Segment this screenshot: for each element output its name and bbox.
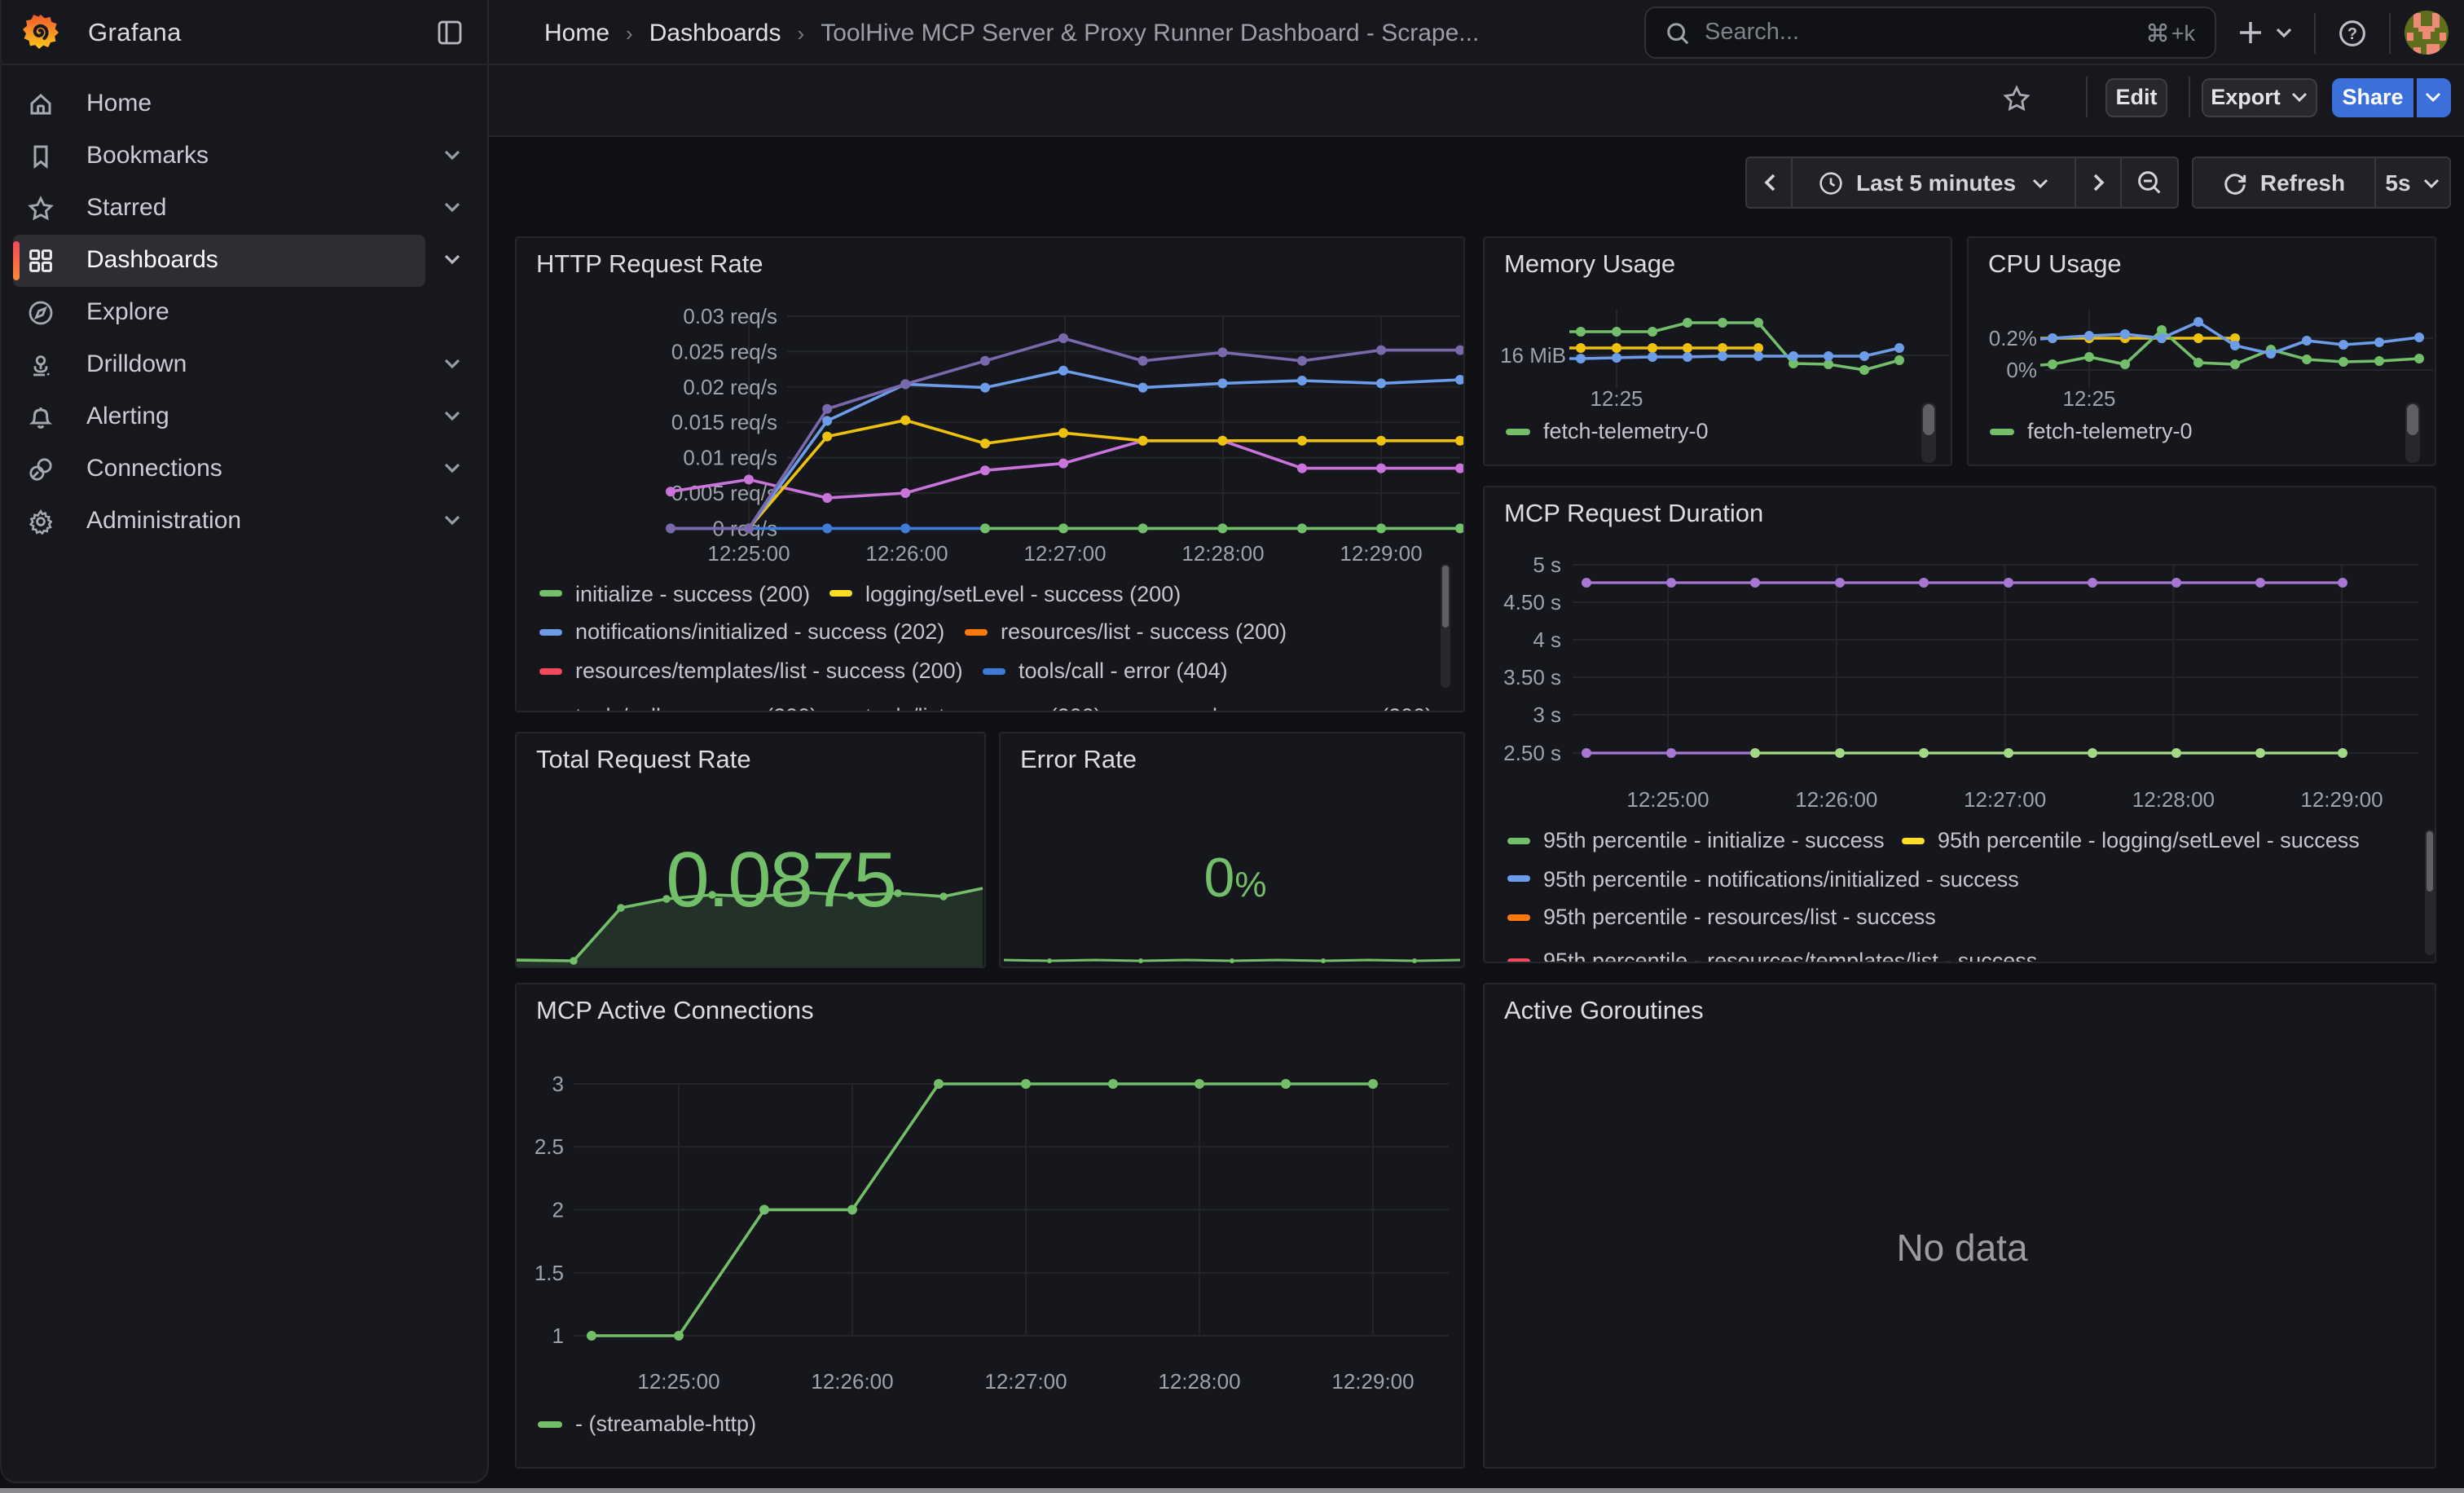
- svg-text:0.01 req/s: 0.01 req/s: [683, 446, 777, 470]
- svg-text:4 s: 4 s: [1533, 628, 1561, 652]
- svg-text:12:29:00: 12:29:00: [1331, 1369, 1414, 1394]
- svg-text:2.5: 2.5: [535, 1134, 564, 1159]
- svg-text:0.03 req/s: 0.03 req/s: [683, 304, 777, 328]
- svg-text:0%: 0%: [2006, 358, 2037, 382]
- svg-text:12:26:00: 12:26:00: [1795, 787, 1877, 812]
- svg-text:2.50 s: 2.50 s: [1503, 741, 1561, 765]
- svg-text:12:28:00: 12:28:00: [2132, 787, 2215, 812]
- svg-text:3: 3: [552, 1072, 564, 1096]
- svg-text:12:26:00: 12:26:00: [811, 1369, 893, 1394]
- svg-text:12:29:00: 12:29:00: [2300, 787, 2383, 812]
- svg-text:5 s: 5 s: [1533, 553, 1561, 577]
- svg-text:0.2%: 0.2%: [1989, 326, 2037, 350]
- svg-text:12:28:00: 12:28:00: [1181, 541, 1264, 566]
- svg-text:12:27:00: 12:27:00: [984, 1369, 1067, 1394]
- svg-text:0.02 req/s: 0.02 req/s: [683, 375, 777, 399]
- svg-text:3 s: 3 s: [1533, 702, 1561, 727]
- svg-text:2: 2: [552, 1197, 564, 1222]
- svg-text:?: ?: [2347, 25, 2357, 43]
- svg-text:1.5: 1.5: [535, 1261, 564, 1285]
- svg-text:12:26:00: 12:26:00: [865, 541, 948, 566]
- svg-text:0.015 req/s: 0.015 req/s: [671, 410, 777, 434]
- svg-text:0.025 req/s: 0.025 req/s: [671, 339, 777, 363]
- svg-text:12:25:00: 12:25:00: [637, 1369, 719, 1394]
- svg-text:12:25:00: 12:25:00: [707, 541, 790, 566]
- svg-text:12:28:00: 12:28:00: [1158, 1369, 1240, 1394]
- svg-text:12:25: 12:25: [2062, 386, 2115, 411]
- svg-text:16 MiB: 16 MiB: [1500, 343, 1566, 368]
- svg-text:12:25: 12:25: [1590, 386, 1643, 411]
- svg-text:12:27:00: 12:27:00: [1023, 541, 1106, 566]
- svg-text:12:29:00: 12:29:00: [1340, 541, 1422, 566]
- svg-text:3.50 s: 3.50 s: [1503, 665, 1561, 689]
- svg-text:12:27:00: 12:27:00: [1964, 787, 2046, 812]
- svg-text:12:25:00: 12:25:00: [1626, 787, 1709, 812]
- svg-text:1: 1: [552, 1323, 564, 1348]
- svg-text:4.50 s: 4.50 s: [1503, 590, 1561, 614]
